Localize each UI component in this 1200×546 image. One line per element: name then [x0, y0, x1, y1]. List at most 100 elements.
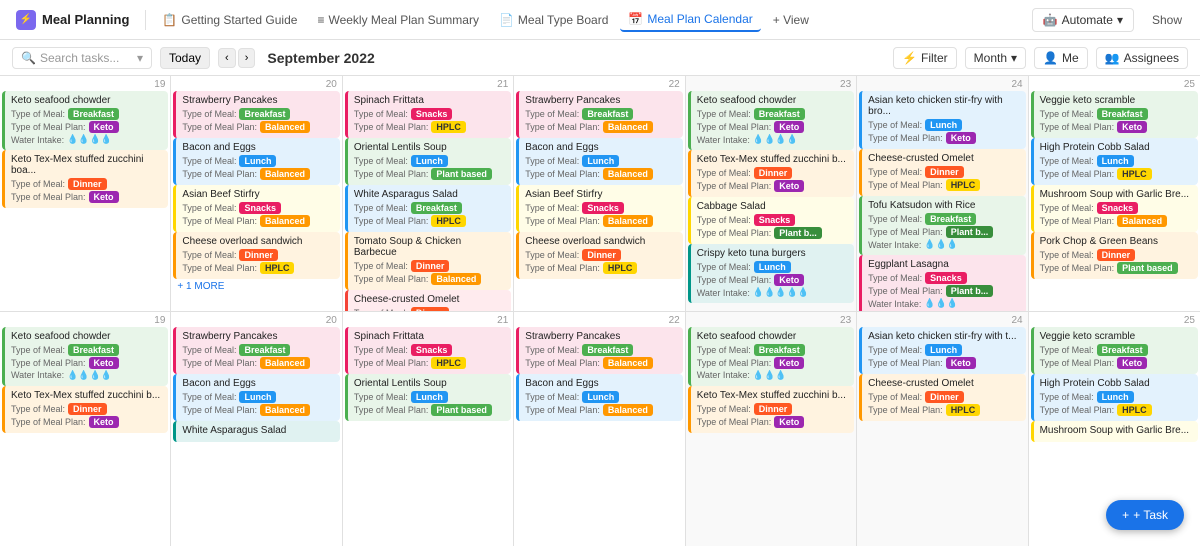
card[interactable]: Keto Tex-Mex stuffed zucchini b... Type … [688, 386, 854, 433]
card[interactable]: Strawberry Pancakes Type of Meal: Breakf… [516, 91, 682, 138]
meal-plan-badge: Plant b... [774, 227, 822, 239]
card[interactable]: Cheese overload sandwich Type of Meal: D… [173, 232, 339, 279]
meal-plan-badge: Keto [774, 357, 804, 369]
show-button[interactable]: Show [1142, 9, 1192, 31]
meal-plan-badge: Keto [946, 357, 976, 369]
card[interactable]: Mushroom Soup with Garlic Bre... [1031, 421, 1198, 442]
card[interactable]: Keto Tex-Mex stuffed zucchini b... Type … [688, 150, 854, 197]
card[interactable]: Tofu Katsudon with Rice Type of Meal: Br… [859, 196, 1025, 255]
card-meal-plan-row: Type of Meal Plan: Balanced [525, 357, 676, 369]
automate-chevron-icon: ▾ [1117, 13, 1123, 27]
card[interactable]: Asian keto chicken stir-fry with t... Ty… [859, 327, 1025, 374]
meal-plan-badge: Balanced [260, 121, 310, 133]
card[interactable]: Eggplant Lasagna Type of Meal: Snacks Ty… [859, 255, 1025, 311]
card-title: Bacon and Eggs [525, 378, 676, 389]
card[interactable]: Oriental Lentils Soup Type of Meal: Lunc… [345, 374, 511, 421]
card[interactable]: Keto seafood chowder Type of Meal: Break… [688, 327, 854, 386]
meal-type-badge: Dinner [68, 403, 107, 415]
card-title: Asian Beef Stirfry [525, 189, 676, 200]
calendar-cell: 20Strawberry Pancakes Type of Meal: Brea… [171, 312, 342, 546]
search-input[interactable]: 🔍 Search tasks... ▾ [12, 47, 152, 69]
card[interactable]: Keto seafood chowder Type of Meal: Break… [688, 91, 854, 150]
more-link[interactable]: + 1 MORE [173, 279, 339, 294]
calendar-rows: 19Keto seafood chowder Type of Meal: Bre… [0, 76, 1200, 546]
card[interactable]: Bacon and Eggs Type of Meal: Lunch Type … [173, 138, 339, 185]
card-title: Cheese-crusted Omelet [868, 153, 1019, 164]
card-meal-type-row: Type of Meal: Breakfast [182, 344, 333, 356]
tab-weekly-summary[interactable]: ≡ Weekly Meal Plan Summary [309, 9, 487, 31]
card[interactable]: Asian Beef Stirfry Type of Meal: Snacks … [173, 185, 339, 232]
card-meal-type-row: Type of Meal: Dinner [354, 307, 505, 311]
card-meal-type-row: Type of Meal: Lunch [697, 261, 848, 273]
tab-getting-started[interactable]: 📋 Getting Started Guide [154, 9, 305, 31]
automate-icon: 🤖 [1043, 13, 1058, 27]
card[interactable]: Bacon and Eggs Type of Meal: Lunch Type … [516, 138, 682, 185]
meal-type-badge: Dinner [925, 391, 964, 403]
card[interactable]: Tomato Soup & Chicken Barbecue Type of M… [345, 232, 511, 290]
card-meal-plan-row: Type of Meal Plan: Balanced [525, 404, 676, 416]
card-meal-plan-row: Type of Meal Plan: Keto [697, 357, 848, 369]
card[interactable]: High Protein Cobb Salad Type of Meal: Lu… [1031, 138, 1198, 185]
day-number: 23 [688, 314, 854, 327]
month-button[interactable]: Month ▾ [965, 47, 1026, 69]
card[interactable]: Oriental Lentils Soup Type of Meal: Lunc… [345, 138, 511, 185]
card[interactable]: White Asparagus Salad [173, 421, 339, 442]
card-title: Cheese-crusted Omelet [354, 294, 505, 305]
meal-plan-calendar-icon: 📅 [628, 12, 643, 26]
card[interactable]: Strawberry Pancakes Type of Meal: Breakf… [173, 327, 339, 374]
card[interactable]: Keto Tex-Mex stuffed zucchini boa... Typ… [2, 150, 168, 208]
card[interactable]: Cheese-crusted Omelet Type of Meal: Dinn… [859, 149, 1025, 196]
tab-meal-plan-calendar[interactable]: 📅 Meal Plan Calendar [620, 8, 760, 32]
card[interactable]: Keto seafood chowder Type of Meal: Break… [2, 91, 168, 150]
card-meal-plan-row: Type of Meal Plan: Balanced [354, 273, 505, 285]
day-number: 19 [2, 314, 168, 327]
card[interactable]: Bacon and Eggs Type of Meal: Lunch Type … [516, 374, 682, 421]
card[interactable]: Strawberry Pancakes Type of Meal: Breakf… [173, 91, 339, 138]
add-task-button[interactable]: + + Task [1106, 500, 1184, 530]
card[interactable]: Strawberry Pancakes Type of Meal: Breakf… [516, 327, 682, 374]
card-meal-type-row: Type of Meal: Dinner [525, 249, 676, 261]
meal-plan-badge: Keto [946, 132, 976, 144]
card[interactable]: Cheese-crusted Omelet Type of Meal: Dinn… [345, 290, 511, 311]
filter-button[interactable]: ⚡ Filter [893, 47, 957, 69]
card[interactable]: Cabbage Salad Type of Meal: Snacks Type … [688, 197, 854, 244]
card[interactable]: Veggie keto scramble Type of Meal: Break… [1031, 91, 1198, 138]
nav-right: 🤖 Automate ▾ Show [1032, 8, 1192, 32]
meal-plan-badge: HPLC [946, 179, 981, 191]
card-meal-plan-row: Type of Meal Plan: Keto [868, 357, 1019, 369]
meal-plan-badge: Keto [1117, 357, 1147, 369]
card[interactable]: Spinach Frittata Type of Meal: Snacks Ty… [345, 327, 511, 374]
card[interactable]: Asian Beef Stirfry Type of Meal: Snacks … [516, 185, 682, 232]
plus-icon: + [1122, 508, 1129, 522]
day-number: 23 [688, 78, 854, 91]
card[interactable]: Asian keto chicken stir-fry with bro... … [859, 91, 1025, 149]
card[interactable]: Mushroom Soup with Garlic Bre... Type of… [1031, 185, 1198, 232]
view-tab[interactable]: + View [765, 9, 817, 31]
card-meal-plan-row: Type of Meal Plan: Keto [697, 121, 848, 133]
assignees-button[interactable]: 👥 Assignees [1096, 47, 1188, 69]
tab-meal-type-board[interactable]: 📄 Meal Type Board [491, 9, 616, 31]
card[interactable]: Keto Tex-Mex stuffed zucchini b... Type … [2, 386, 168, 433]
prev-month-button[interactable]: ‹ [218, 48, 236, 68]
automate-button[interactable]: 🤖 Automate ▾ [1032, 8, 1134, 32]
meal-plan-badge: HPLC [431, 121, 466, 133]
card[interactable]: High Protein Cobb Salad Type of Meal: Lu… [1031, 374, 1198, 421]
card[interactable]: Crispy keto tuna burgers Type of Meal: L… [688, 244, 854, 303]
card-meal-plan-row: Type of Meal Plan: Balanced [182, 168, 333, 180]
card[interactable]: Veggie keto scramble Type of Meal: Break… [1031, 327, 1198, 374]
day-number: 21 [345, 314, 511, 327]
card[interactable]: Keto seafood chowder Type of Meal: Break… [2, 327, 168, 386]
card[interactable]: Cheese-crusted Omelet Type of Meal: Dinn… [859, 374, 1025, 421]
card[interactable]: White Asparagus Salad Type of Meal: Brea… [345, 185, 511, 232]
card-meal-plan-row: Type of Meal Plan: Plant b... [697, 227, 848, 239]
card[interactable]: Bacon and Eggs Type of Meal: Lunch Type … [173, 374, 339, 421]
meal-type-badge: Dinner [754, 167, 793, 179]
me-button[interactable]: 👤 Me [1034, 47, 1088, 69]
card-meal-type-row: Type of Meal: Breakfast [11, 108, 162, 120]
today-button[interactable]: Today [160, 47, 210, 69]
meal-plan-badge: Keto [89, 121, 119, 133]
card[interactable]: Cheese overload sandwich Type of Meal: D… [516, 232, 682, 279]
card[interactable]: Spinach Frittata Type of Meal: Snacks Ty… [345, 91, 511, 138]
next-month-button[interactable]: › [238, 48, 256, 68]
card[interactable]: Pork Chop & Green Beans Type of Meal: Di… [1031, 232, 1198, 279]
